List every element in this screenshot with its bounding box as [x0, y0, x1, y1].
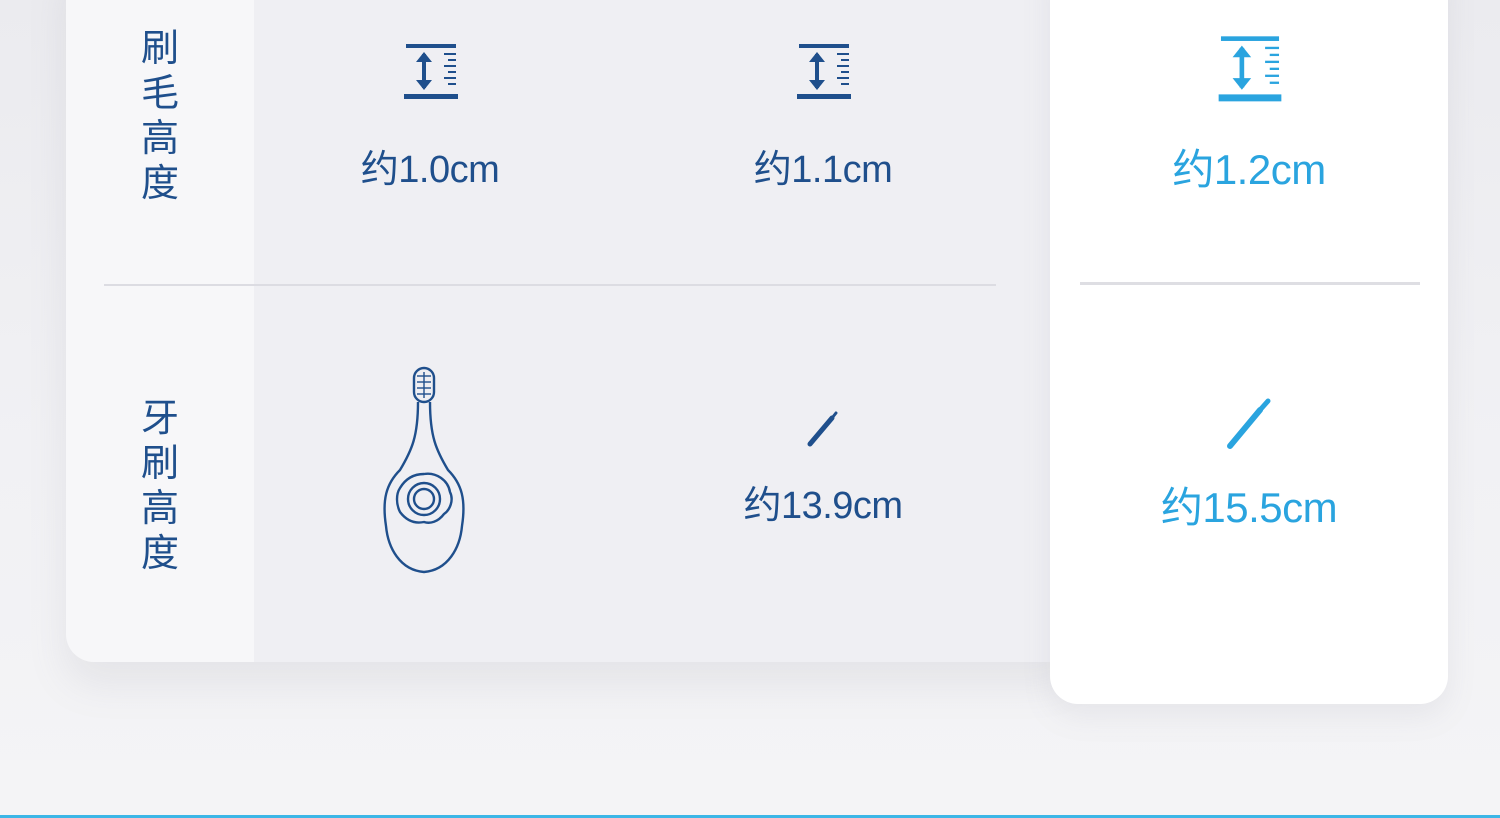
height-measure-icon: [1218, 36, 1282, 102]
bristle-height-value-1: 约1.0cm: [360, 149, 500, 191]
comparison-card: 刷毛高度 牙刷高度 约1.0cm 约1.1cm 约13.9cm: [66, 0, 1076, 662]
toothbrush-icon: [807, 411, 838, 447]
toothbrush-illustration-icon: [383, 366, 465, 574]
row-divider: [104, 284, 996, 286]
brush-height-value-2: 约13.9cm: [743, 485, 903, 527]
bristle-height-value-3: 约1.2cm: [1172, 146, 1326, 193]
highlighted-column: 约1.2cm 约15.5cm: [1050, 0, 1448, 704]
brush-height-value-3: 约15.5cm: [1160, 484, 1338, 531]
bristle-height-value-2: 约1.1cm: [753, 149, 893, 191]
row-label-brush-height: 牙刷高度: [140, 396, 179, 575]
height-measure-icon: [797, 44, 851, 99]
row-divider: [1080, 282, 1420, 285]
toothbrush-icon: [1227, 398, 1271, 449]
row-label-bristle-height: 刷毛高度: [140, 26, 179, 205]
height-measure-icon: [404, 44, 458, 99]
